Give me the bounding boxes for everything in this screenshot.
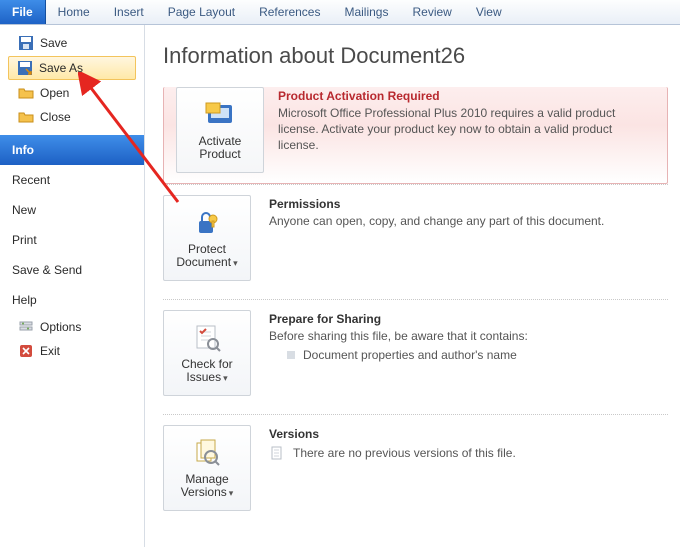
chevron-down-icon: ▾ [233, 258, 238, 268]
sidebar-item-label: Help [12, 293, 37, 307]
protect-icon [191, 207, 223, 239]
sidebar-item-info[interactable]: Info [0, 135, 144, 165]
button-label: Check for Issues▾ [166, 358, 248, 385]
activate-product-button[interactable]: Activate Product [176, 87, 264, 173]
sidebar-item-close[interactable]: Close [0, 105, 144, 129]
open-folder-icon [18, 85, 34, 101]
tab-home[interactable]: Home [46, 0, 102, 24]
permissions-text: Anyone can open, copy, and change any pa… [269, 213, 668, 229]
save-as-icon [17, 60, 33, 76]
section-permissions: Protect Document▾ Permissions Anyone can… [163, 184, 668, 299]
sidebar-item-label: New [12, 203, 36, 217]
bullet-text: Document properties and author's name [303, 348, 517, 362]
close-folder-icon [18, 109, 34, 125]
sidebar-item-open[interactable]: Open [0, 81, 144, 105]
permissions-title: Permissions [269, 197, 668, 211]
sharing-bullet: Document properties and author's name [269, 348, 668, 362]
manage-versions-button[interactable]: Manage Versions▾ [163, 425, 251, 511]
sidebar-item-recent[interactable]: Recent [0, 165, 144, 195]
protect-document-button[interactable]: Protect Document▾ [163, 195, 251, 281]
tab-page-layout[interactable]: Page Layout [156, 0, 247, 24]
button-label: Protect Document▾ [166, 243, 248, 270]
sidebar-item-help[interactable]: Help [0, 285, 144, 315]
chevron-down-icon: ▾ [223, 373, 228, 383]
sidebar-item-label: Save As [39, 61, 83, 75]
tab-file[interactable]: File [0, 0, 46, 24]
versions-title: Versions [269, 427, 668, 441]
button-label: Activate Product [179, 135, 261, 161]
backstage-content: Information about Document26 Activate Pr… [145, 25, 680, 547]
tab-references[interactable]: References [247, 0, 332, 24]
page-title: Information about Document26 [163, 43, 668, 69]
save-icon [18, 35, 34, 51]
sidebar-item-label: Save [40, 36, 67, 50]
sidebar-item-label: Exit [40, 344, 60, 358]
activation-text: Microsoft Office Professional Plus 2010 … [278, 105, 655, 153]
exit-icon [18, 343, 34, 359]
sidebar-item-label: Info [12, 143, 34, 157]
section-versions: Manage Versions▾ Versions There are no p… [163, 414, 668, 529]
ribbon-tabs: File Home Insert Page Layout References … [0, 0, 680, 25]
sidebar-item-options[interactable]: Options [0, 315, 144, 339]
versions-row: There are no previous versions of this f… [269, 445, 668, 461]
sidebar-item-label: Save & Send [12, 263, 82, 277]
sharing-title: Prepare for Sharing [269, 312, 668, 326]
document-icon [269, 445, 285, 461]
versions-icon [191, 437, 223, 469]
activation-title: Product Activation Required [278, 89, 655, 103]
check-issues-icon [191, 322, 223, 354]
sidebar-item-save[interactable]: Save [0, 31, 144, 55]
sidebar-item-label: Close [40, 110, 71, 124]
section-sharing: Check for Issues▾ Prepare for Sharing Be… [163, 299, 668, 414]
options-icon [18, 319, 34, 335]
sidebar-item-label: Open [40, 86, 69, 100]
activate-product-icon [204, 99, 236, 131]
sidebar-item-save-send[interactable]: Save & Send [0, 255, 144, 285]
sidebar-item-label: Options [40, 320, 81, 334]
sidebar-item-label: Print [12, 233, 37, 247]
check-for-issues-button[interactable]: Check for Issues▾ [163, 310, 251, 396]
tab-review[interactable]: Review [400, 0, 463, 24]
tab-view[interactable]: View [464, 0, 514, 24]
sidebar-item-save-as[interactable]: Save As [8, 56, 136, 80]
sidebar-item-label: Recent [12, 173, 50, 187]
sidebar-item-exit[interactable]: Exit [0, 339, 144, 363]
chevron-down-icon: ▾ [229, 488, 234, 498]
sharing-intro: Before sharing this file, be aware that … [269, 328, 668, 344]
button-label: Manage Versions▾ [166, 473, 248, 500]
tab-insert[interactable]: Insert [102, 0, 156, 24]
sidebar-item-new[interactable]: New [0, 195, 144, 225]
backstage-sidebar: Save Save As Open Close Info Recent New … [0, 25, 145, 547]
tab-mailings[interactable]: Mailings [332, 0, 400, 24]
section-activation: Activate Product Product Activation Requ… [163, 87, 668, 184]
sidebar-item-print[interactable]: Print [0, 225, 144, 255]
bullet-icon [287, 351, 295, 359]
versions-text: There are no previous versions of this f… [293, 446, 516, 460]
